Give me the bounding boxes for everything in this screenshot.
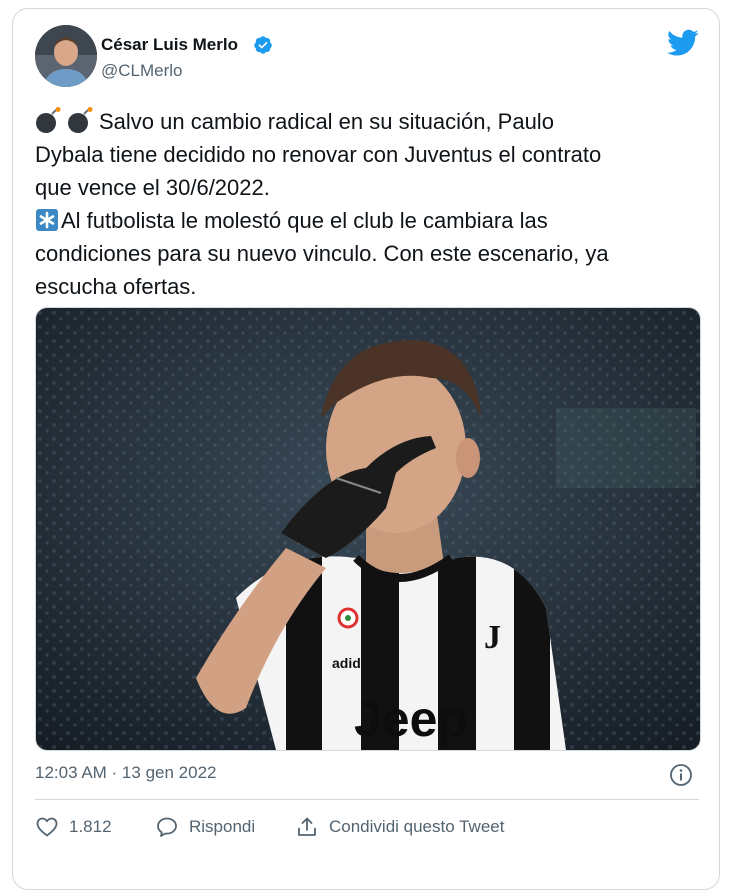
tweet-line: Dybala tiene decidido no renovar con Juv… [35,142,602,167]
info-icon[interactable] [669,763,693,787]
tweet-photo[interactable]: adidas J Jeep [35,307,701,751]
asterisk-icon [36,209,58,231]
tweet-card[interactable]: César Luis Merlo @CLMerlo Salvo un cambi… [12,8,720,890]
avatar[interactable] [35,25,97,87]
like-button[interactable]: 1.812 [35,815,112,839]
bomb-icon [68,107,93,133]
share-button[interactable]: Condividi questo Tweet [295,815,504,839]
tweet-line: escucha ofertas. [35,274,197,299]
tweet-line: Salvo un cambio radical en su situación,… [35,105,707,138]
share-label: Condividi questo Tweet [329,817,505,836]
tweet-timestamp[interactable]: 12:03 AM · 13 gen 2022 [35,763,216,783]
jersey-sponsor: Jeep [354,691,468,747]
tweet-line: condiciones para su nuevo vinculo. Con e… [35,241,609,266]
author-handle[interactable]: @CLMerlo [101,61,183,81]
svg-text:adidas: adidas [332,655,377,671]
like-count: 1.812 [69,817,112,836]
tweet-line: que vence el 30/6/2022. [35,175,270,200]
tweet-line-text: Al futbolista le molestó que el club le … [61,208,548,233]
tweet-line: Al futbolista le molestó que el club le … [35,204,707,237]
heart-icon [36,817,58,837]
reply-label: Rispondi [189,817,256,836]
tweet-text: Salvo un cambio radical en su situación,… [35,105,707,303]
reply-icon [157,817,177,837]
svg-text:J: J [484,619,501,656]
reply-button[interactable]: Rispondi [155,815,255,839]
divider [35,799,699,800]
verified-badge-icon [254,36,272,54]
share-icon [298,817,316,836]
author-name[interactable]: César Luis Merlo [101,35,238,55]
tweet-line-text: Salvo un cambio radical en su situación,… [99,109,554,134]
twitter-bird-icon[interactable] [667,29,699,57]
bomb-icon [36,107,61,133]
